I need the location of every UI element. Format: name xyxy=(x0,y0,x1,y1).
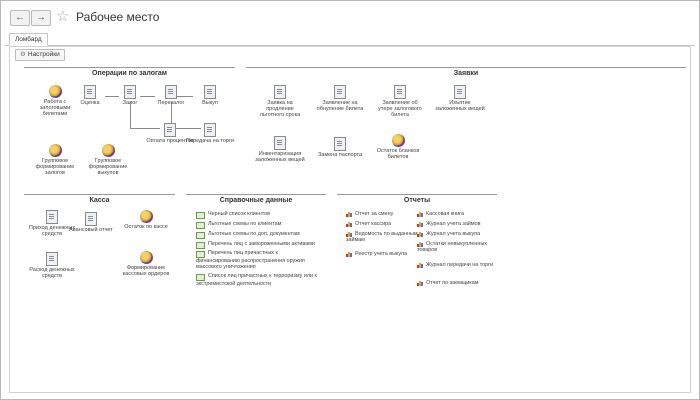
document-icon xyxy=(274,85,286,99)
document-icon xyxy=(454,85,466,99)
bar-chart-icon xyxy=(346,231,352,237)
report-unredeemed-goods[interactable]: Остатки невыкупленных товаров xyxy=(417,241,497,253)
ref-client-schemes[interactable]: Льготные схемы по клиентам xyxy=(196,221,321,229)
document-icon xyxy=(85,212,97,226)
ref-doc-schemes[interactable]: Льготные схемы по доп. документам xyxy=(196,231,321,239)
coins-icon xyxy=(139,251,153,264)
forward-button[interactable]: → xyxy=(31,10,51,26)
document-icon xyxy=(164,123,176,137)
req-reset-ticket[interactable]: Заявление на обнуление билета xyxy=(315,85,365,112)
document-icon xyxy=(204,123,216,137)
title-bar: ← → ☆ Рабочее место xyxy=(1,1,699,31)
section-requests: Заявки xyxy=(246,63,686,183)
document-icon xyxy=(124,85,136,99)
req-extend-grace[interactable]: Заявка на продление льготного срока xyxy=(255,85,305,119)
report-borrowers[interactable]: Отчет по заемщикам xyxy=(417,280,497,286)
bar-chart-icon xyxy=(346,211,352,217)
table-icon xyxy=(196,231,205,239)
document-icon xyxy=(274,136,286,150)
bar-chart-icon xyxy=(417,231,423,237)
document-icon xyxy=(204,85,216,99)
ref-terrorism-list[interactable]: Список лиц причастных к терроризму или к… xyxy=(196,273,323,287)
op-group-pledges[interactable]: Групповое формирование залогов xyxy=(30,144,80,177)
back-button[interactable]: ← xyxy=(10,10,30,26)
window-title: Рабочее место xyxy=(76,10,160,24)
arrow-right-icon: → xyxy=(36,12,46,23)
table-icon xyxy=(196,241,205,249)
document-icon xyxy=(84,85,96,99)
bar-chart-icon xyxy=(417,241,423,247)
cash-balance[interactable]: Остаток по кассе xyxy=(121,210,171,230)
table-icon xyxy=(196,250,205,258)
coins-icon xyxy=(101,144,115,157)
bar-chart-icon xyxy=(417,262,423,268)
coins-icon xyxy=(391,134,405,147)
settings-button[interactable]: ⚙ Настройки xyxy=(15,49,65,61)
document-icon xyxy=(334,137,346,151)
op-redemption[interactable]: Выкуп xyxy=(185,85,235,106)
document-icon xyxy=(46,210,58,224)
cash-orders[interactable]: Формирование кассовых ордеров xyxy=(121,251,171,277)
req-blank-stock[interactable]: Остаток бланков билетов xyxy=(373,134,423,160)
tab-strip: Ломбард xyxy=(5,33,695,46)
table-icon xyxy=(196,211,205,219)
op-transfer-auction[interactable]: Передача на торги xyxy=(185,123,235,144)
report-redemption-register[interactable]: Реестр учета выкупа xyxy=(346,251,418,257)
settings-label: Настройки xyxy=(27,51,60,58)
document-icon xyxy=(334,85,346,99)
report-loans-statement[interactable]: Ведомость по выданным займам xyxy=(346,231,418,243)
document-icon xyxy=(165,85,177,99)
req-withdraw-items[interactable]: Изъятие заложенных вещей xyxy=(435,85,485,112)
report-redemption-journal[interactable]: Журнал учета выкупа xyxy=(417,231,497,237)
report-shift[interactable]: Отчет за смену xyxy=(346,211,418,217)
bar-chart-icon xyxy=(417,280,423,286)
report-loans-journal[interactable]: Журнал учета займов xyxy=(417,221,497,227)
section-title: Отчеты xyxy=(337,190,497,208)
section-title: Заявки xyxy=(246,63,686,81)
section-title: Касса xyxy=(24,190,175,208)
ref-frozen-assets[interactable]: Перечень лиц с замороженными активами xyxy=(196,241,321,249)
coins-icon xyxy=(139,210,153,223)
coins-icon xyxy=(48,144,62,157)
op-group-redemptions[interactable]: Групповое формирование выкупов xyxy=(83,144,133,177)
ref-wmd-financing[interactable]: Перечень лиц причастных к финансированию… xyxy=(196,250,323,270)
req-passport-change[interactable]: Замена паспорта xyxy=(315,137,365,158)
bar-chart-icon xyxy=(346,251,352,257)
req-inventory[interactable]: Инвентаризация заложенных вещей xyxy=(255,136,305,163)
req-lost-ticket[interactable]: Заявление об утере залогового билета xyxy=(375,85,425,119)
bar-chart-icon xyxy=(346,221,352,227)
arrow-left-icon: ← xyxy=(15,12,25,23)
bar-chart-icon xyxy=(417,221,423,227)
section-title: Справочные данные xyxy=(186,190,326,208)
section-title: Операции по залогам xyxy=(24,63,235,81)
document-icon xyxy=(46,252,58,266)
report-cash-book[interactable]: Кассовая книга xyxy=(417,211,497,217)
table-icon xyxy=(196,273,205,281)
main-window: ← → ☆ Рабочее место Ломбард ⚙ Настройки О… xyxy=(0,0,700,400)
cash-advance-report[interactable]: Авансовый отчет xyxy=(66,212,116,233)
report-cashier[interactable]: Отчет кассира xyxy=(346,221,418,227)
ref-blacklist[interactable]: Черный список клиентов xyxy=(196,211,321,219)
table-icon xyxy=(196,221,205,229)
tab-lombard[interactable]: Ломбард xyxy=(9,33,48,46)
bar-chart-icon xyxy=(417,211,423,217)
coins-icon xyxy=(48,85,62,98)
cash-expense[interactable]: Расход денежных средств xyxy=(27,252,77,279)
star-icon[interactable]: ☆ xyxy=(56,9,69,24)
document-icon xyxy=(394,85,406,99)
gear-icon: ⚙ xyxy=(20,51,26,58)
report-auction-journal[interactable]: Журнал передачи на торги xyxy=(417,262,497,268)
